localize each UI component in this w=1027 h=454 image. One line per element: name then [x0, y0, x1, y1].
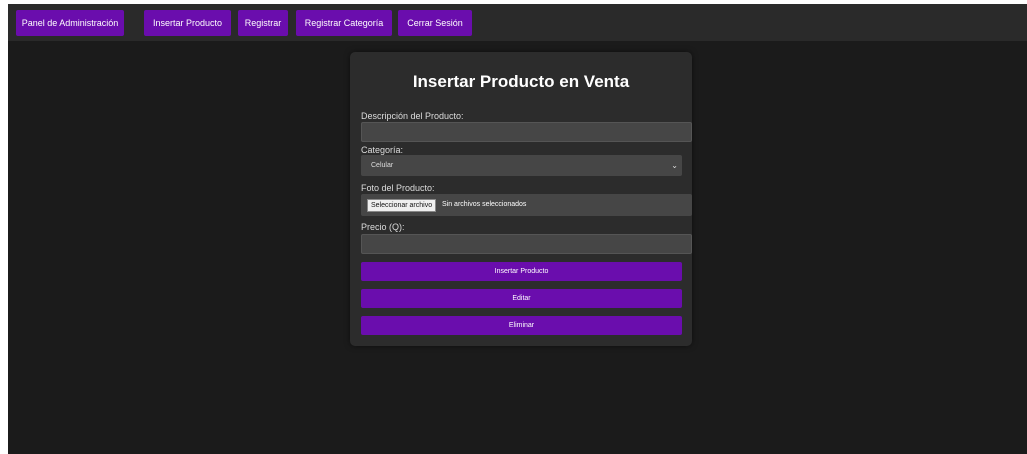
chevron-down-icon: ⌄: [671, 161, 678, 170]
nav-insert-product-button[interactable]: Insertar Producto: [144, 10, 231, 36]
photo-file-input: Seleccionar archivo Sin archivos selecci…: [361, 194, 692, 216]
price-input[interactable]: [361, 234, 692, 254]
insert-product-form: Insertar Producto en Venta Descripción d…: [350, 52, 692, 346]
category-select[interactable]: Celular ⌄: [361, 155, 682, 176]
nav-register-category-button[interactable]: Registrar Categoría: [296, 10, 392, 36]
form-title: Insertar Producto en Venta: [412, 72, 630, 91]
app-root: Panel de Administración Insertar Product…: [8, 4, 1027, 454]
nav-logout-button[interactable]: Cerrar Sesión: [398, 10, 472, 36]
price-label: Precio (Q):: [361, 222, 405, 232]
top-navbar: Panel de Administración Insertar Product…: [8, 4, 1027, 41]
edit-button[interactable]: Editar: [361, 289, 682, 308]
nav-register-button[interactable]: Registrar: [238, 10, 288, 36]
delete-button[interactable]: Eliminar: [361, 316, 682, 335]
choose-file-button[interactable]: Seleccionar archivo: [367, 199, 437, 212]
nav-admin-panel-button[interactable]: Panel de Administración: [16, 10, 124, 36]
description-label: Descripción del Producto:: [361, 111, 464, 121]
category-selected-value: Celular: [371, 162, 394, 169]
description-input[interactable]: [361, 122, 692, 142]
insert-product-button[interactable]: Insertar Producto: [361, 262, 682, 281]
category-label: Categoría:: [361, 145, 404, 155]
file-status-text: Sin archivos seleccionados: [442, 201, 527, 208]
photo-label: Foto del Producto:: [361, 183, 435, 193]
